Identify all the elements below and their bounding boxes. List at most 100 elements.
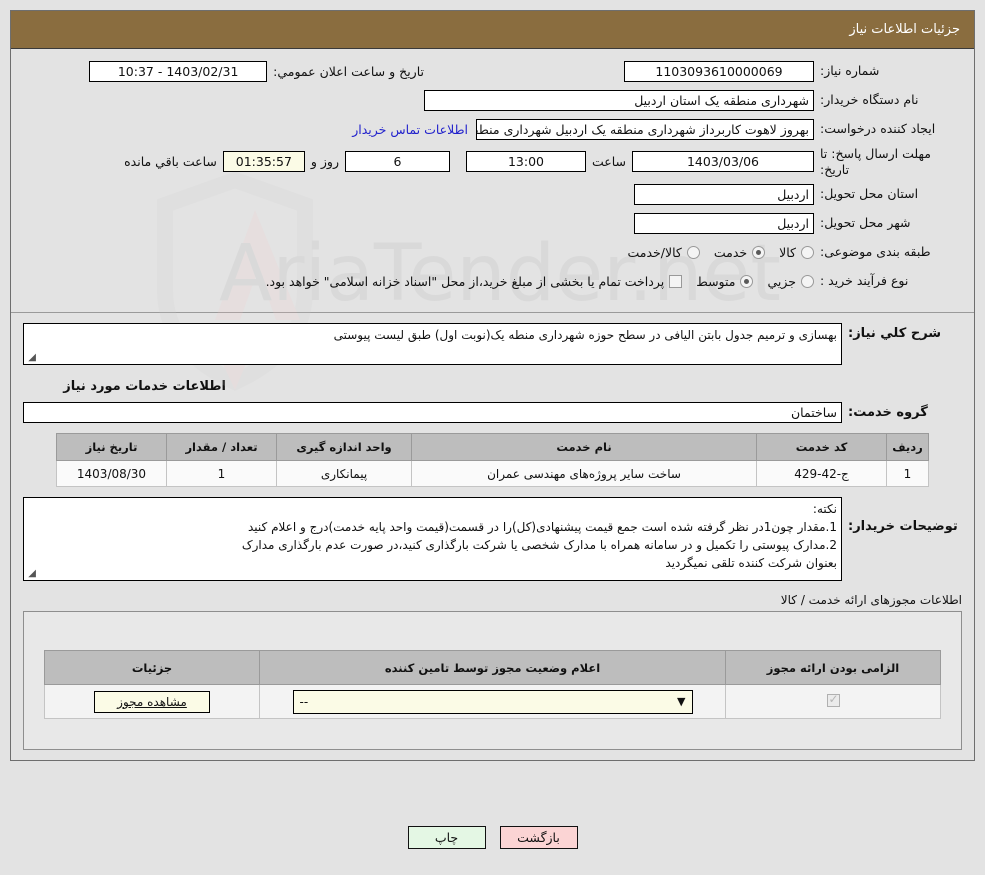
- checkbox-treasury-docs[interactable]: پرداخت تمام یا بخشی از مبلغ خرید،از محل …: [266, 274, 683, 289]
- permits-table: الزامی بودن ارائه مجوز اعلام وضعیت مجوز …: [44, 650, 941, 720]
- countdown-timer: 01:35:57: [222, 151, 305, 173]
- announce-value[interactable]: 1403/02/31 - 10:37: [89, 60, 268, 82]
- creator-label: ایجاد کننده درخواست:: [820, 120, 936, 136]
- announce-label: تاریخ و ساعت اعلان عمومي:: [273, 63, 424, 79]
- permits-table-header-row: الزامی بودن ارائه مجوز اعلام وضعیت مجوز …: [44, 650, 941, 686]
- resize-grip-icon-notes[interactable]: ◢: [26, 569, 36, 579]
- buyer-notes-line-3: 2.مدارک پیوستی را تکمیل و در سامانه همرا…: [241, 538, 837, 553]
- creator-value[interactable]: بهروز لاهوت کاربرداز شهرداری منطقه یک ار…: [476, 118, 814, 140]
- resize-grip-icon[interactable]: ◢: [26, 353, 36, 363]
- services-table-header-row: ردیف کد خدمت نام خدمت واحد اندازه گیری ت…: [56, 433, 929, 462]
- chevron-down-icon: ▼: [677, 695, 686, 709]
- permits-section-title: اطلاعات مجوزهای ارائه خدمت / کالا: [780, 593, 962, 608]
- row-service-group: گروه خدمت: ساختمان: [11, 400, 974, 431]
- radio-category-khedmat[interactable]: خدمت: [713, 244, 766, 260]
- cell-code: ج-42-429: [756, 460, 887, 488]
- page-frame: جزئیات اطلاعات نیاز شماره نیاز: 11030936…: [10, 10, 975, 762]
- col-name: نام خدمت: [411, 433, 757, 462]
- buyer-contact-link[interactable]: اطلاعات تماس خریدار: [352, 122, 468, 137]
- col-permit-details: جزئیات: [44, 650, 260, 686]
- radio-category-kala-khedmat[interactable]: کالا/خدمت: [627, 245, 700, 260]
- buyer-org-value[interactable]: شهرداری منطقه یک استان اردبیل: [424, 89, 814, 111]
- cell-permit-status: ▼ --: [259, 684, 726, 720]
- row-province: استان محل تحویل: اردبیل: [21, 182, 964, 206]
- buyer-notes-label: توضیحات خریدار:: [848, 519, 958, 535]
- back-button[interactable]: بازگشت: [499, 826, 578, 849]
- row-city: شهر محل تحویل: اردبیل: [21, 211, 964, 235]
- buyer-notes-textarea[interactable]: نکته: 1.مقدار چون1در نظر گرفته شده است ج…: [23, 497, 842, 582]
- radio-icon-kala-khedmat[interactable]: [686, 245, 700, 259]
- row-category: طبقه بندی موضوعی: کالا خدمت کالا/خدمت: [21, 240, 964, 264]
- cell-permit-required: [725, 684, 941, 720]
- need-number-label: شماره نیاز:: [820, 62, 880, 78]
- radio-icon-jozi[interactable]: [801, 274, 814, 288]
- cell-row: 1: [886, 460, 929, 488]
- page-title: جزئیات اطلاعات نیاز: [11, 11, 974, 49]
- remaining-days-value[interactable]: 6: [344, 151, 450, 173]
- city-value[interactable]: اردبیل: [634, 212, 814, 234]
- radio-process-jozi[interactable]: جزیي: [767, 274, 814, 289]
- radio-category-kala[interactable]: کالا: [779, 245, 814, 260]
- row-need-number: شماره نیاز: 1103093610000069 تاریخ و ساع…: [21, 59, 964, 83]
- col-permit-status: اعلام وضعیت مجوز توسط تامین کننده: [259, 650, 726, 686]
- permits-table-row: ▼ -- مشاهده مجوز: [44, 684, 941, 720]
- col-permit-required: الزامی بودن ارائه مجوز: [725, 650, 941, 686]
- cell-need-date: 1403/08/30: [56, 460, 167, 488]
- permit-status-select[interactable]: ▼ --: [292, 689, 693, 714]
- view-permit-button[interactable]: مشاهده مجوز: [94, 690, 210, 713]
- radio-icon-motevaset[interactable]: [740, 274, 754, 288]
- radio-label-jozi: جزیي: [767, 273, 796, 289]
- deadline-time-label: ساعت: [591, 154, 626, 170]
- radio-icon-khedmat[interactable]: [752, 245, 766, 259]
- checkbox-icon-permit-required: [826, 692, 840, 707]
- province-value[interactable]: اردبیل: [634, 183, 814, 205]
- permits-panel: الزامی بودن ارائه مجوز اعلام وضعیت مجوز …: [23, 611, 962, 751]
- row-process: نوع فرآیند خرید : جزیي متوسط پرداخت تمام…: [21, 269, 964, 293]
- row-need-description: شرح كلي نياز: بهسازی و ترمیم جدول بابتن …: [23, 323, 962, 366]
- deadline-label: مهلت ارسال پاسخ: تا تاریخ:: [820, 146, 931, 177]
- remaining-days-label: روز و: [310, 154, 339, 170]
- deadline-date-value[interactable]: 1403/03/06: [632, 151, 814, 173]
- cell-name: ساخت سایر پروژه‌های مهندسی عمران: [411, 460, 757, 488]
- services-section-title: اطلاعات خدمات مورد نیاز: [63, 379, 226, 395]
- buyer-notes-line-1: نکته:: [812, 502, 837, 517]
- service-group-value[interactable]: ساختمان: [23, 402, 842, 424]
- countdown-label: ساعت باقي مانده: [124, 154, 217, 170]
- row-creator: ایجاد کننده درخواست: بهروز لاهوت کاربردا…: [21, 117, 964, 141]
- checkbox-icon-treasury[interactable]: [669, 274, 683, 288]
- radio-label-motevaset: متوسط: [696, 273, 736, 289]
- need-description-textarea[interactable]: بهسازی و ترمیم جدول بابتن الیافی در سطح …: [23, 323, 842, 366]
- table-row: 1 ج-42-429 ساخت سایر پروژه‌های مهندسی عم…: [56, 460, 929, 488]
- category-label: طبقه بندی موضوعی:: [820, 243, 931, 259]
- col-need-date: تاریخ نیاز: [56, 433, 167, 462]
- row-deadline: مهلت ارسال پاسخ: تا تاریخ: 1403/03/06 سا…: [21, 146, 964, 177]
- row-buyer-org: نام دستگاه خریدار: شهرداری منطقه یک استا…: [21, 88, 964, 112]
- print-button[interactable]: چاپ: [407, 826, 486, 849]
- city-label: شهر محل تحویل:: [820, 214, 911, 230]
- footer-buttons: بازگشت چاپ: [0, 826, 985, 849]
- buyer-notes-section: توضیحات خریدار: نکته: 1.مقدار چون1در نظر…: [11, 493, 974, 589]
- province-label: استان محل تحویل:: [820, 185, 919, 201]
- col-row: ردیف: [886, 433, 929, 462]
- service-group-label: گروه خدمت:: [848, 405, 928, 421]
- services-table-wrap: ردیف کد خدمت نام خدمت واحد اندازه گیری ت…: [11, 431, 974, 493]
- services-table: ردیف کد خدمت نام خدمت واحد اندازه گیری ت…: [56, 433, 929, 488]
- need-info-section: شماره نیاز: 1103093610000069 تاریخ و ساع…: [11, 49, 974, 306]
- need-number-value[interactable]: 1103093610000069: [624, 60, 814, 82]
- col-unit: واحد اندازه گیری: [276, 433, 412, 462]
- buyer-notes-line-2: 1.مقدار چون1در نظر گرفته شده است جمع قیم…: [248, 520, 837, 535]
- checkbox-label-treasury: پرداخت تمام یا بخشی از مبلغ خرید،از محل …: [265, 273, 665, 289]
- deadline-time-value[interactable]: 13:00: [465, 151, 586, 173]
- col-quantity: تعداد / مقدار: [166, 433, 277, 462]
- need-description-value: بهسازی و ترمیم جدول بابتن الیافی در سطح …: [333, 328, 837, 343]
- need-description-label: شرح كلي نياز:: [848, 326, 942, 342]
- radio-process-motevaset[interactable]: متوسط: [696, 273, 754, 289]
- radio-icon-kala[interactable]: [801, 245, 814, 259]
- description-section: شرح كلي نياز: بهسازی و ترمیم جدول بابتن …: [11, 313, 974, 369]
- cell-unit: پیمانکاری: [276, 460, 412, 488]
- process-label: نوع فرآیند خرید :: [820, 272, 909, 288]
- col-code: کد خدمت: [756, 433, 887, 462]
- buyer-org-label: نام دستگاه خریدار:: [820, 91, 919, 107]
- radio-label-kala: کالا: [779, 244, 796, 260]
- radio-label-khedmat: خدمت: [713, 244, 748, 260]
